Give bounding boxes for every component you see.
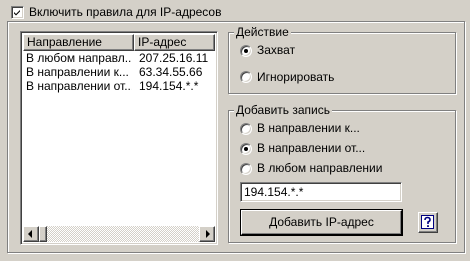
ip-address-input[interactable]: 194.154.*.* <box>240 182 402 202</box>
direction-from-radio[interactable] <box>240 143 252 155</box>
action-group-title: Действие <box>234 25 291 40</box>
scroll-left-button[interactable] <box>23 226 39 242</box>
direction-to-radio[interactable] <box>240 123 252 135</box>
radio-selected-dot <box>244 147 248 151</box>
row-ip: 194.154.*.* <box>139 79 199 93</box>
check-icon <box>14 10 20 16</box>
column-header-ip[interactable]: IP-адрес <box>134 34 215 51</box>
help-question-icon <box>421 215 434 229</box>
row-direction: В направлении от... <box>26 79 132 93</box>
list-row[interactable]: В любом направл... 207.25.16.11 <box>23 51 215 65</box>
arrow-right-icon <box>206 230 210 238</box>
add-record-group-title: Добавить запись <box>234 103 332 118</box>
capture-radio-label[interactable]: Захват <box>257 43 295 58</box>
enable-rules-checkbox[interactable] <box>11 6 24 19</box>
scroll-thumb[interactable] <box>39 226 47 242</box>
list-row[interactable]: В направлении от... 194.154.*.* <box>23 79 215 93</box>
add-ip-button-label: Добавить IP-адрес <box>269 215 374 229</box>
row-direction: В направлении к... <box>26 65 129 79</box>
direction-to-radio-label[interactable]: В направлении к... <box>257 121 360 136</box>
rules-list[interactable]: Направление IP-адрес В любом направл... … <box>20 31 218 245</box>
row-ip: 63.34.55.66 <box>139 65 203 79</box>
direction-any-radio-label[interactable]: В любом направлении <box>257 161 382 176</box>
ignore-radio-label[interactable]: Игнорировать <box>257 70 334 85</box>
scroll-right-button[interactable] <box>199 226 215 242</box>
help-button[interactable] <box>418 212 438 233</box>
column-header-direction[interactable]: Направление <box>23 34 134 51</box>
add-ip-button[interactable]: Добавить IP-адрес <box>241 210 402 235</box>
direction-any-radio[interactable] <box>240 163 252 175</box>
capture-radio[interactable] <box>240 45 252 57</box>
horizontal-scrollbar[interactable] <box>23 226 215 242</box>
radio-selected-dot <box>244 49 248 53</box>
row-ip: 207.25.16.11 <box>139 51 209 65</box>
ignore-radio[interactable] <box>240 71 252 83</box>
row-direction: В любом направл... <box>26 51 132 65</box>
list-row[interactable]: В направлении к... 63.34.55.66 <box>23 65 215 79</box>
direction-from-radio-label[interactable]: В направлении от... <box>257 141 365 156</box>
arrow-left-icon <box>28 230 32 238</box>
enable-rules-label[interactable]: Включить правила для IP-адресов <box>29 5 221 20</box>
